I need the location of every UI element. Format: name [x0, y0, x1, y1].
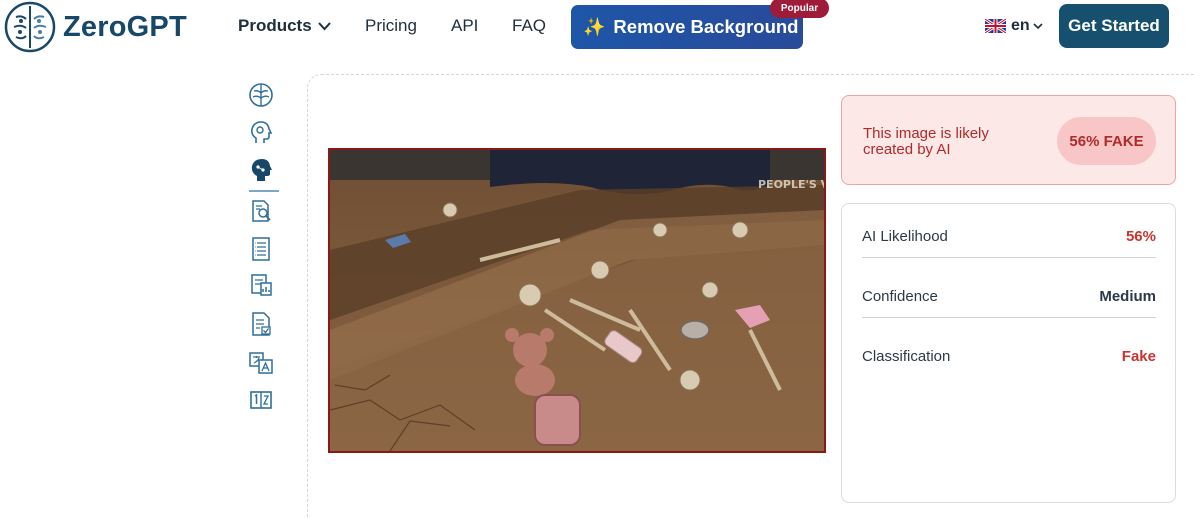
document-search-icon[interactable] — [247, 197, 275, 225]
stat-label: Confidence — [862, 288, 938, 305]
excavation-photo: PEOPLE'S VOICE — [330, 150, 824, 451]
stat-row-confidence: Confidence Medium — [862, 264, 1156, 318]
chevron-down-icon — [317, 21, 331, 30]
brain-icon[interactable] — [247, 81, 275, 109]
stat-label: AI Likelihood — [862, 228, 948, 245]
stat-row-classification: Classification Fake — [862, 324, 1156, 378]
document-check-icon[interactable] — [247, 310, 275, 338]
nav-products[interactable]: Products — [238, 16, 331, 36]
nav-products-label: Products — [238, 16, 312, 35]
verdict-card: This image is likely created by AI 56% F… — [841, 95, 1176, 185]
nav-pricing[interactable]: Pricing — [365, 16, 417, 36]
remove-background-label: Remove Background — [613, 16, 799, 37]
translate-icon[interactable] — [247, 349, 275, 377]
remove-background-button[interactable]: ✨ Remove Background — [571, 5, 803, 49]
ai-head-icon[interactable] — [247, 156, 275, 184]
analyzed-image: PEOPLE'S VOICE — [328, 148, 826, 453]
logo[interactable]: ZeroGPT — [4, 1, 187, 53]
stat-value: Fake — [1121, 348, 1156, 365]
language-code: en — [1011, 17, 1030, 34]
document-analysis-icon[interactable] — [247, 271, 275, 299]
language-selector[interactable]: en — [985, 17, 1043, 35]
stat-label: Classification — [862, 348, 951, 365]
logo-text: ZeroGPT — [63, 10, 187, 43]
word-counter-icon[interactable] — [247, 386, 275, 414]
get-started-button[interactable]: Get Started — [1059, 4, 1169, 48]
stat-row-ai-likelihood: AI Likelihood 56% — [862, 204, 1156, 258]
image-watermark: PEOPLE'S VOICE — [758, 178, 824, 191]
popular-badge: Popular — [770, 0, 829, 18]
document-list-icon[interactable] — [247, 235, 275, 263]
uk-flag-icon — [985, 19, 1006, 33]
head-gears-icon[interactable] — [247, 119, 275, 147]
nav-api[interactable]: API — [451, 16, 478, 36]
chevron-down-icon — [1033, 22, 1043, 29]
fake-score-badge: 56% FAKE — [1057, 117, 1156, 165]
stat-value: 56% — [1125, 228, 1156, 245]
brain-logo-icon — [4, 1, 56, 53]
nav-faq[interactable]: FAQ — [512, 16, 546, 36]
sparkle-icon: ✨ — [583, 16, 606, 37]
verdict-message: This image is likely created by AI — [863, 125, 989, 158]
active-tool-indicator — [249, 190, 279, 192]
stats-card: AI Likelihood 56% Confidence Medium Clas… — [841, 203, 1176, 503]
stat-value: Medium — [1099, 288, 1156, 305]
